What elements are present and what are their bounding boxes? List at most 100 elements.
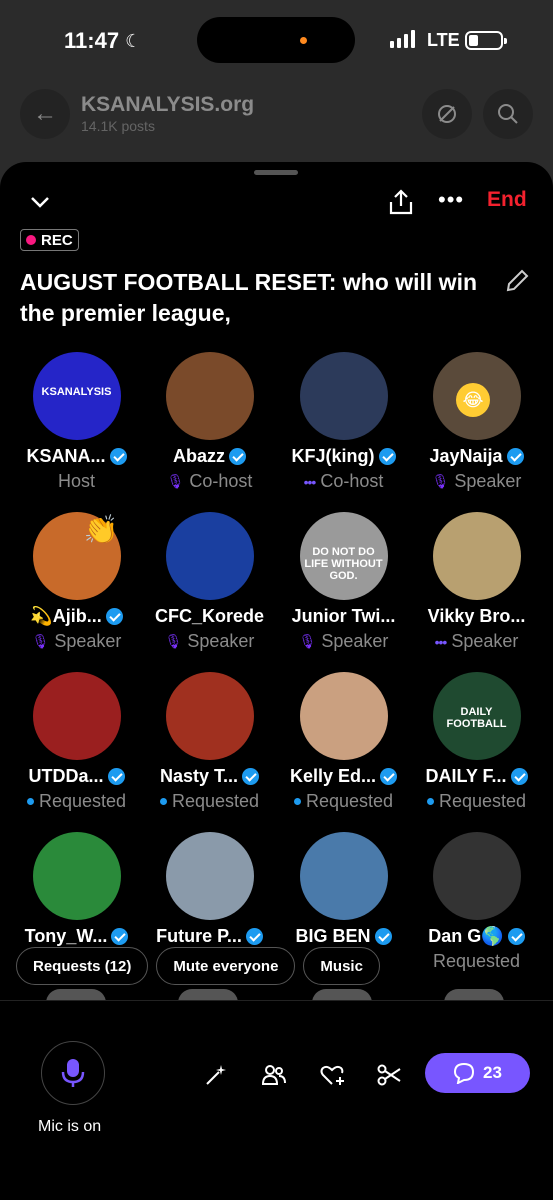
participant-card[interactable]: BIG BEN	[277, 832, 410, 947]
participant-card[interactable]: Kelly Ed... Requested	[277, 672, 410, 812]
search-icon[interactable]	[483, 89, 533, 139]
verified-badge-icon	[374, 928, 392, 945]
battery-icon	[465, 31, 507, 50]
profile-title: KSANALYSIS.org	[81, 93, 255, 116]
signal-icon	[390, 30, 415, 48]
participant-card[interactable]: JayNaija 🎙 Speaker	[410, 352, 543, 492]
participant-role: Co-host	[320, 471, 384, 491]
participant-role-row: 🎙 Speaker	[277, 631, 410, 652]
moon-icon: ☾	[125, 30, 142, 51]
drag-handle[interactable]	[254, 170, 298, 175]
participant-card[interactable]: 💫Ajib... 🎙 Speaker	[10, 512, 143, 652]
participant-role: Requested	[438, 791, 527, 811]
hide-icon[interactable]	[422, 89, 472, 139]
participant-role-row: 🎙 Co-host	[143, 471, 276, 492]
participant-role: Requested	[305, 791, 394, 811]
requested-dot-icon	[159, 798, 167, 805]
requested-dot-icon	[293, 798, 301, 805]
avatar: KSANALYSIS	[32, 352, 121, 440]
more-icon[interactable]: •••	[438, 188, 464, 212]
participant-role-row: Requested	[10, 791, 143, 812]
bottom-bar: Mic is on 23	[0, 1000, 553, 1200]
edit-pencil-icon[interactable]	[503, 267, 531, 300]
participant-name: KFJ(king)	[291, 446, 375, 466]
profile-header: ← KSANALYSIS.org 14.1K posts	[0, 85, 553, 145]
participant-card[interactable]: UTDDa... Requested	[10, 672, 143, 812]
verified-badge-icon	[510, 768, 528, 785]
chat-button[interactable]: 23	[425, 1053, 530, 1093]
participant-name: Tony_W...	[24, 926, 108, 946]
verified-badge-icon	[229, 448, 246, 465]
requests-button[interactable]: Requests (12)	[16, 947, 149, 985]
chevron-down-icon[interactable]	[28, 190, 52, 219]
magic-wand-icon[interactable]	[204, 1063, 228, 1092]
participant-name-row: Dan G🌎	[410, 926, 543, 947]
avatar	[165, 672, 254, 760]
mic-button[interactable]	[41, 1041, 105, 1105]
participant-card[interactable]: KSANALYSIS KSANA... Host	[10, 352, 143, 492]
participant-card[interactable]: Abazz 🎙 Co-host	[143, 352, 276, 492]
share-icon[interactable]	[388, 188, 414, 221]
space-title: AUGUST FOOTBALL RESET: who will win the …	[20, 269, 478, 326]
participant-card[interactable]: Tony_W...	[10, 832, 143, 947]
participant-card[interactable]: Future P...	[143, 832, 276, 947]
avatar	[299, 672, 388, 760]
participant-name: BIG BEN	[295, 926, 371, 946]
participant-card[interactable]: Nasty T... Requested	[143, 672, 276, 812]
chat-bubble-icon	[454, 1062, 475, 1084]
participant-card[interactable]: CFC_Korede 🎙 Speaker	[143, 512, 276, 652]
participant-name-row: 💫Ajib...	[10, 606, 143, 627]
people-icon[interactable]	[261, 1063, 287, 1092]
participant-name: Vikky Bro...	[427, 606, 526, 626]
heart-plus-icon[interactable]	[320, 1063, 346, 1092]
muted-mic-icon: 🎙	[31, 633, 50, 649]
muted-mic-icon: 🎙	[164, 633, 183, 649]
participant-card[interactable]: Vikky Bro... ••• Speaker	[410, 512, 543, 652]
participant-card[interactable]: DAILY FOOTBALL DAILY F... Requested	[410, 672, 543, 812]
host-actions: Requests (12) Mute everyone Music	[16, 947, 380, 985]
participant-role: Requested	[38, 791, 127, 811]
verified-badge-icon	[111, 928, 129, 945]
space-sheet: ••• End REC AUGUST FOOTBALL RESET: who w…	[0, 162, 553, 1200]
scissors-icon[interactable]	[377, 1063, 403, 1092]
back-arrow-icon[interactable]: ←	[20, 89, 70, 139]
mic-indicator-icon	[300, 37, 307, 44]
end-button[interactable]: End	[487, 188, 527, 212]
music-button[interactable]: Music	[303, 947, 380, 985]
participant-card[interactable]: DO NOT DO LIFE WITHOUT GOD. Junior Twi...…	[277, 512, 410, 652]
participant-card[interactable]: KFJ(king) ••• Co-host	[277, 352, 410, 492]
verified-badge-icon	[242, 768, 260, 785]
verified-badge-icon	[507, 928, 525, 945]
avatar-text: DAILY FOOTBALL	[446, 706, 507, 730]
clock: 11:47 ☾	[64, 28, 141, 54]
avatar	[432, 512, 521, 600]
participant-card[interactable]: Dan G🌎 Requested	[410, 832, 543, 972]
participant-role-row: Requested	[277, 791, 410, 812]
participant-name: Dan G🌎	[428, 926, 504, 946]
participant-name: KSANA...	[26, 446, 106, 466]
verified-badge-icon	[245, 928, 263, 945]
avatar	[165, 352, 254, 440]
avatar	[165, 512, 254, 600]
profile-posts-count: 14.1K posts	[81, 118, 155, 134]
reaction-clap-icon: 👏	[83, 513, 119, 545]
participant-role-row: Requested	[410, 791, 543, 812]
participant-role-row: ••• Co-host	[277, 471, 410, 492]
avatar	[32, 672, 121, 760]
muted-mic-icon: 🎙	[298, 633, 317, 649]
participant-name-row: CFC_Korede	[143, 606, 276, 627]
avatar: DAILY FOOTBALL	[432, 672, 521, 760]
mute-everyone-button[interactable]: Mute everyone	[156, 947, 296, 985]
participant-role: Speaker	[454, 471, 522, 491]
participant-role: Speaker	[321, 631, 389, 651]
participant-name-row: Kelly Ed...	[277, 766, 410, 787]
muted-mic-icon: 🎙	[166, 473, 185, 489]
participant-role-row: Host	[10, 471, 143, 492]
requested-dot-icon	[426, 798, 434, 805]
avatar: DO NOT DO LIFE WITHOUT GOD.	[299, 512, 388, 600]
participant-name: Future P...	[156, 926, 242, 946]
participant-name: Abazz	[172, 446, 225, 466]
participant-role: Requested	[171, 791, 260, 811]
verified-badge-icon	[107, 768, 125, 785]
reaction-laugh-icon: 😂	[456, 383, 490, 417]
